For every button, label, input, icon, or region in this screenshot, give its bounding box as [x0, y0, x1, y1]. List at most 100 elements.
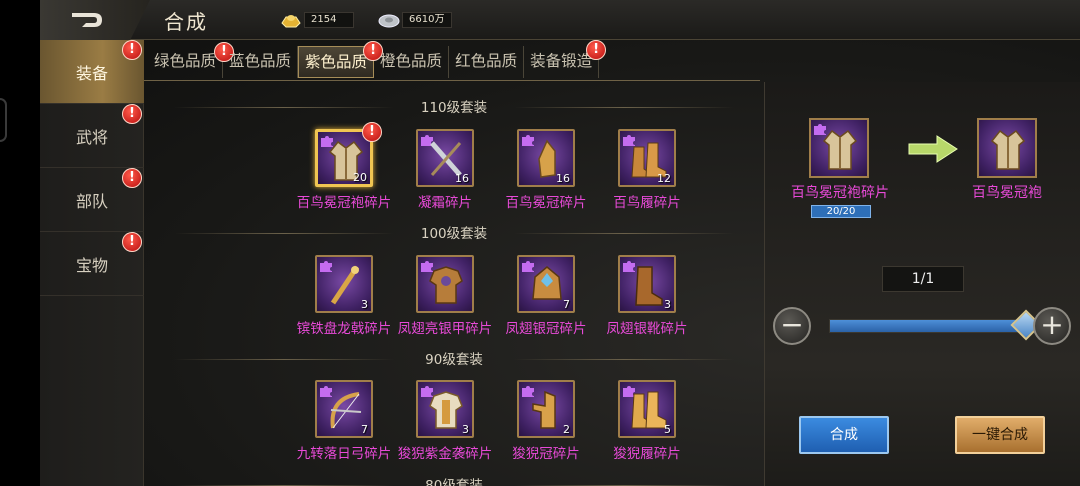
source-name: 百鸟冕冠袍碎片: [791, 185, 889, 201]
source-progress: 20/20: [811, 205, 871, 218]
tab-equipment-forge[interactable]: 装备锻造 !: [524, 40, 607, 78]
item-name: 百鸟冕冠碎片: [505, 195, 587, 211]
crown-icon: [532, 266, 562, 300]
fragment-item[interactable]: 3 狻猊紫金袭碎片: [395, 380, 495, 470]
item-slot[interactable]: 7: [517, 255, 575, 313]
fragment-item[interactable]: 凤翅亮银甲碎片: [395, 255, 495, 345]
alert-badge-icon: !: [122, 104, 142, 124]
top-bar: 合成 2154 6610万: [40, 0, 1080, 40]
fragment-item[interactable]: 2 狻猊冠碎片: [496, 380, 596, 470]
fragment-item[interactable]: 7 九转落日弓碎片: [294, 380, 394, 470]
tab-label: 绿色品质: [154, 52, 217, 70]
item-slot[interactable]: 12: [618, 129, 676, 187]
item-count: 3: [361, 298, 368, 311]
one-click-synthesize-button[interactable]: 一键合成: [955, 416, 1045, 454]
tab-label: 红色品质: [455, 52, 518, 70]
tab-purple-quality[interactable]: 紫色品质 !: [298, 41, 384, 78]
fragment-item[interactable]: 16 凝霜碎片: [395, 129, 495, 219]
fragment-list[interactable]: 110级套装 20 ! 百鸟冕冠袍碎片 16 凝霜碎片 16 百鸟冕冠碎片 12…: [144, 82, 764, 486]
plus-button[interactable]: +: [1033, 307, 1071, 345]
item-slot[interactable]: 3: [315, 255, 373, 313]
item-slot[interactable]: 5: [618, 380, 676, 438]
item-slot[interactable]: 16: [517, 129, 575, 187]
item-name: 百鸟履碎片: [613, 195, 681, 211]
tab-label: 装备锻造: [530, 52, 593, 70]
synthesize-button[interactable]: 合成: [799, 416, 889, 454]
boots-icon: [631, 391, 667, 429]
tabs-divider: [144, 80, 760, 81]
sidebar-item-generals[interactable]: 武将 !: [40, 104, 144, 168]
item-slot[interactable]: 7: [315, 380, 373, 438]
item-slot[interactable]: 3: [416, 380, 474, 438]
sidebar-item-equipment[interactable]: 装备 !: [40, 40, 144, 104]
tab-orange-quality[interactable]: 橙色品质: [374, 46, 450, 78]
source-slot[interactable]: [809, 118, 869, 178]
sidebar-item-label: 部队: [75, 191, 108, 211]
item-slot[interactable]: [416, 255, 474, 313]
minus-button[interactable]: −: [773, 307, 811, 345]
alert-badge-icon: !: [362, 122, 382, 142]
item-count: 12: [657, 172, 671, 185]
tab-red-quality[interactable]: 红色品质: [449, 46, 525, 78]
item-name: 狻猊冠碎片: [512, 446, 580, 462]
item-count: 2: [563, 423, 570, 436]
fragment-item[interactable]: 12 百鸟履碎片: [597, 129, 697, 219]
item-name: 凝霜碎片: [418, 195, 472, 211]
boots-icon: [635, 266, 663, 306]
armor-icon: [429, 266, 463, 304]
alert-badge-icon: !: [122, 168, 142, 188]
sidebar-item-label: 装备: [75, 63, 108, 83]
bow-icon: [330, 392, 362, 429]
quantity-display: 1/1: [882, 266, 964, 292]
fragment-item[interactable]: 3 凤翅银靴碎片: [597, 255, 697, 345]
fragment-item[interactable]: 16 百鸟冕冠碎片: [496, 129, 596, 219]
item-count: 3: [462, 423, 469, 436]
page-title: 合成: [164, 10, 208, 34]
item-count: 16: [455, 172, 469, 185]
silver-amount: 6610万: [402, 12, 452, 28]
armor-icon: [429, 391, 463, 429]
gold-resource: 2154: [280, 10, 354, 30]
target-slot[interactable]: [977, 118, 1037, 178]
device-notch: [0, 98, 7, 142]
right-arrow-icon: [908, 135, 958, 163]
section-title: 90级套装: [144, 348, 764, 368]
halberd-icon: [330, 265, 360, 305]
fragment-item[interactable]: 20 ! 百鸟冕冠袍碎片: [294, 122, 394, 219]
item-count: 3: [664, 298, 671, 311]
fragment-item[interactable]: 3 镔铁盘龙戟碎片: [294, 255, 394, 345]
quality-tabs: 绿色品质 ! 蓝色品质 紫色品质 ! 橙色品质 红色品质 装备锻造 !: [148, 40, 760, 80]
item-count: 5: [664, 423, 671, 436]
sidebar-item-troops[interactable]: 部队 !: [40, 168, 144, 232]
fragment-item[interactable]: 5 狻猊履碎片: [597, 380, 697, 470]
section-title: 100级套装: [144, 222, 764, 242]
item-slot[interactable]: 20 !: [315, 122, 382, 187]
item-count: 7: [361, 423, 368, 436]
silver-ingot-icon: [378, 14, 400, 28]
back-button[interactable]: [40, 0, 150, 40]
target-name: 百鸟冕冠袍: [972, 185, 1042, 201]
sidebar-item-label: 武将: [75, 127, 108, 147]
item-slot[interactable]: 2: [517, 380, 575, 438]
sidebar-item-treasure[interactable]: 宝物 !: [40, 232, 144, 296]
item-name: 九转落日弓碎片: [296, 446, 392, 462]
alert-badge-icon: !: [122, 40, 142, 60]
helmet-icon: [532, 390, 556, 429]
tab-label: 紫色品质: [305, 53, 368, 71]
quantity-slider[interactable]: [829, 309, 1042, 341]
back-arrow-icon: [72, 13, 102, 27]
alert-badge-icon: !: [122, 232, 142, 252]
tab-green-quality[interactable]: 绿色品质 !: [148, 42, 235, 78]
silver-resource: 6610万: [378, 10, 452, 30]
category-sidebar: 装备 ! 武将 ! 部队 ! 宝物 !: [40, 40, 144, 486]
alert-badge-icon: !: [586, 40, 607, 60]
item-slot[interactable]: 16: [416, 129, 474, 187]
tab-blue-quality[interactable]: 蓝色品质: [223, 46, 299, 78]
device-edge: [0, 0, 40, 486]
item-slot[interactable]: 3: [618, 255, 676, 313]
fragment-item[interactable]: 7 凤翅银冠碎片: [496, 255, 596, 345]
section-title: 80级套装: [144, 474, 764, 486]
item-count: 16: [556, 172, 570, 185]
item-name: 凤翅亮银甲碎片: [397, 321, 493, 337]
item-count: 20: [353, 171, 367, 184]
